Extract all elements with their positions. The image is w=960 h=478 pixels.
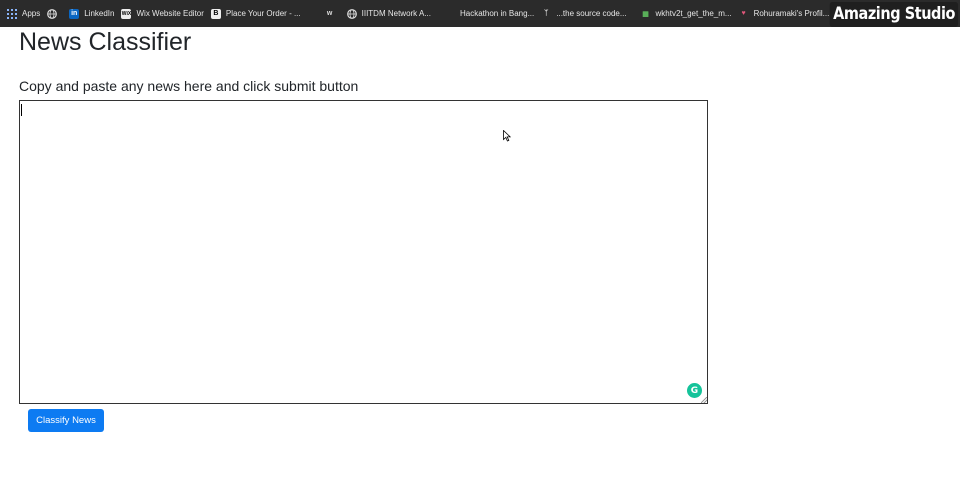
bookmark-linkedin[interactable]: in LinkedIn (69, 0, 114, 27)
news-input[interactable] (19, 100, 708, 404)
bookmark-label: LinkedIn (84, 9, 115, 18)
grid-icon: ▦ (642, 10, 649, 18)
bookmark-source-code[interactable]: ᛉ ...the source code... (541, 0, 626, 27)
resize-handle[interactable] (701, 397, 707, 403)
bookmark-label: Wix Website Editor (136, 9, 204, 18)
linkedin-icon: in (69, 8, 80, 19)
watermark-logo: Amazing Studio (829, 2, 958, 27)
classify-news-button[interactable]: Classify News (28, 409, 104, 432)
wix-icon: WiX (121, 8, 132, 19)
bookmark-iiitdm[interactable]: IIITDM Network A... (346, 0, 431, 27)
bookmark-label: wkhtv2t_get_the_m... (655, 9, 732, 18)
blank-icon (445, 9, 455, 19)
bookmark-apps[interactable]: Apps (7, 0, 40, 27)
bookmark-globe[interactable] (47, 0, 62, 27)
bookmarks-bar: Apps in LinkedIn WiX Wix Website Editor … (0, 0, 960, 27)
bookmark-label: Rohuramaki's Profil... (753, 9, 830, 18)
bookmark-label: Hackathon in Bang... (459, 9, 535, 18)
b-icon: B (210, 8, 221, 19)
w-icon: w (326, 10, 333, 17)
apps-grid-icon (7, 8, 17, 19)
instruction-text: Copy and paste any news here and click s… (19, 78, 359, 94)
grammarly-icon[interactable]: G (687, 383, 702, 398)
bookmark-wkhtv[interactable]: ▦ wkhtv2t_get_the_m... (641, 0, 732, 27)
bookmark-label: Apps (22, 9, 41, 18)
heart-icon: ♥ (741, 10, 746, 17)
fork-icon: ᛉ (544, 10, 549, 17)
text-caret (21, 104, 22, 116)
bookmark-label: IIITDM Network A... (361, 9, 431, 18)
bookmark-label: ...the source code... (556, 9, 627, 18)
bookmark-wix[interactable]: WiX Wix Website Editor (121, 0, 204, 27)
globe-icon (346, 8, 357, 19)
page-title: News Classifier (19, 28, 192, 56)
bookmark-w[interactable]: w (325, 0, 340, 27)
bookmark-profile[interactable]: ♥ Rohuramaki's Profil... (739, 0, 830, 27)
bookmark-place-order[interactable]: B Place Your Order - ... (210, 0, 301, 27)
bookmark-hackathon[interactable]: Hackathon in Bang... (445, 0, 534, 27)
bookmark-label: Place Your Order - ... (225, 9, 301, 18)
globe-icon (47, 8, 58, 19)
mouse-pointer-icon (503, 130, 511, 142)
news-input-container: G (19, 100, 708, 404)
